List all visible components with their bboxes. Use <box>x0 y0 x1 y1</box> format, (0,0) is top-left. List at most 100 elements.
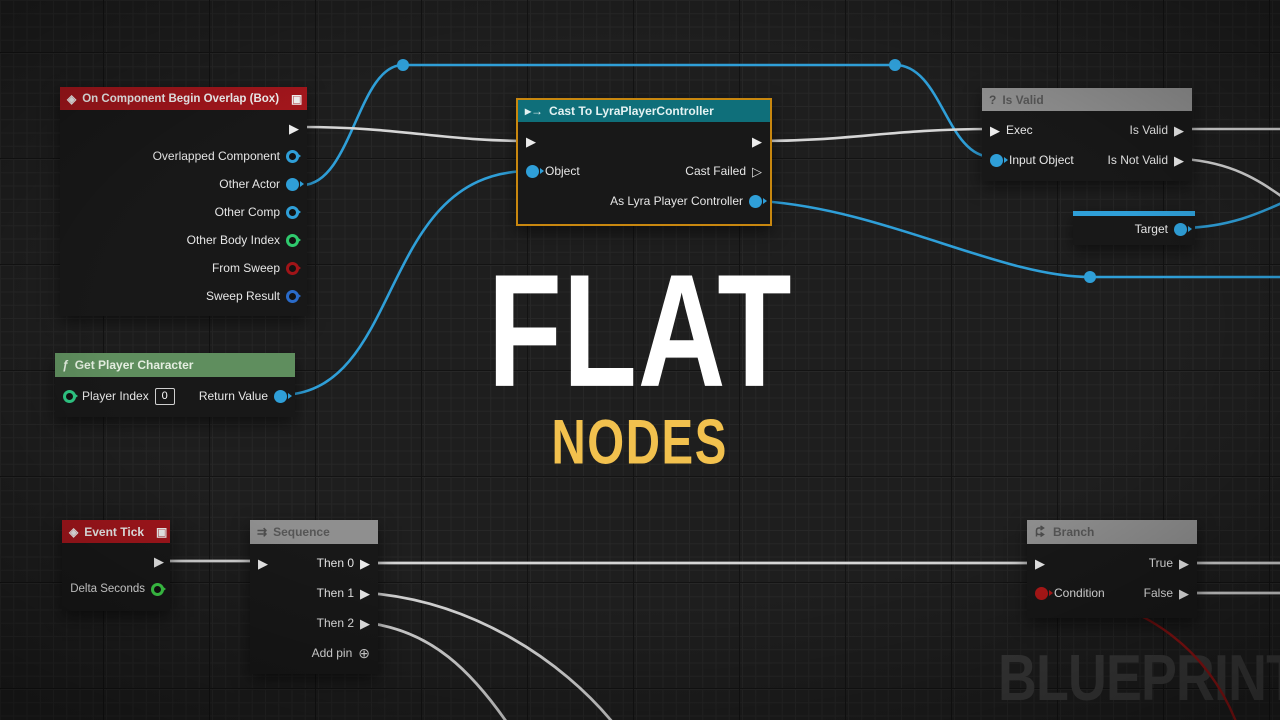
from-sweep-pin[interactable] <box>286 262 299 275</box>
pin-row: ▶ ▶ <box>518 126 770 156</box>
pin-label: Is Valid <box>1130 123 1168 137</box>
node-title: On Component Begin Overlap (Box) <box>82 93 279 105</box>
wire-isnotvalid-exec-out[interactable] <box>1184 159 1280 198</box>
reroute-node[interactable] <box>397 59 409 71</box>
pin-row: ▶ <box>60 114 307 142</box>
pin-label: Then 0 <box>317 556 354 570</box>
other-comp-pin[interactable] <box>286 206 299 219</box>
exec-out-pin[interactable]: ▶ <box>154 555 164 568</box>
reroute-node[interactable] <box>889 59 901 71</box>
node-get-player-character[interactable]: ƒ Get Player Character Player Index 0 Re… <box>55 353 295 417</box>
branch-icon <box>1034 525 1047 540</box>
pin-row: Other Actor <box>60 170 307 198</box>
condition-pin[interactable] <box>1035 587 1048 600</box>
node-on-component-begin-overlap[interactable]: ◈ On Component Begin Overlap (Box) ▣ ▶ O… <box>60 87 307 316</box>
node-header[interactable]: ⇉ Sequence <box>250 520 378 544</box>
pin-label: Other Body Index <box>187 233 280 247</box>
other-actor-pin[interactable] <box>286 178 299 191</box>
pin-label: Is Not Valid <box>1108 153 1168 167</box>
node-header[interactable]: ◈ On Component Begin Overlap (Box) ▣ <box>60 87 307 110</box>
true-exec-out-pin[interactable]: ▶ <box>1179 557 1189 570</box>
pin-label: Other Actor <box>219 177 280 191</box>
wire-return-value-to-object[interactable] <box>285 171 530 395</box>
pin-row: Player Index 0 Return Value <box>55 381 295 411</box>
node-title: Event Tick <box>84 525 144 539</box>
add-pin-icon[interactable]: ⊕ <box>358 646 370 660</box>
node-title: Branch <box>1053 525 1094 539</box>
pin-label: Return Value <box>199 389 268 403</box>
node-title: Sequence <box>273 525 330 539</box>
is-valid-exec-out-pin[interactable]: ▶ <box>1174 124 1184 137</box>
delegate-box-icon[interactable]: ▣ <box>291 93 302 105</box>
exec-in-pin[interactable]: ▶ <box>1035 557 1045 570</box>
question-mark-icon: ? <box>989 94 996 106</box>
pin-row: ▶ <box>62 547 170 575</box>
input-object-pin[interactable] <box>990 154 1003 167</box>
pin-label: Exec <box>1006 123 1033 137</box>
pin-row: ▶ Then 0 ▶ <box>250 548 378 578</box>
as-lyra-player-controller-pin[interactable] <box>749 195 762 208</box>
pin-row: As Lyra Player Controller <box>518 186 770 216</box>
wire-overlap-exec-to-cast[interactable] <box>303 127 530 141</box>
node-header[interactable]: ▸→ Cast To LyraPlayerController <box>518 100 770 122</box>
false-exec-out-pin[interactable]: ▶ <box>1179 587 1189 600</box>
pin-label: Then 1 <box>317 586 354 600</box>
wire-as-controller-out[interactable] <box>760 201 1280 277</box>
cast-failed-exec-pin[interactable]: ▷ <box>752 165 762 178</box>
pin-label: As Lyra Player Controller <box>610 194 743 208</box>
player-index-pin[interactable] <box>63 390 76 403</box>
return-value-pin[interactable] <box>274 390 287 403</box>
target-pin[interactable] <box>1174 223 1187 236</box>
pin-row: Other Comp <box>60 198 307 226</box>
node-branch[interactable]: Branch ▶ True ▶ Condition False ▶ <box>1027 520 1197 618</box>
then1-exec-out-pin[interactable]: ▶ <box>360 587 370 600</box>
pin-label: Sweep Result <box>206 289 280 303</box>
node-header[interactable]: ◈ Event Tick ▣ <box>62 520 170 543</box>
wire-cast-exec-to-isvalid[interactable] <box>760 129 990 141</box>
node-event-tick[interactable]: ◈ Event Tick ▣ ▶ Delta Seconds <box>62 520 170 611</box>
sweep-result-pin[interactable] <box>286 290 299 303</box>
reroute-node[interactable] <box>1084 271 1096 283</box>
delta-seconds-pin[interactable] <box>151 583 164 596</box>
pin-label: Cast Failed <box>685 164 746 178</box>
player-index-input[interactable]: 0 <box>155 388 175 405</box>
then2-exec-out-pin[interactable]: ▶ <box>360 617 370 630</box>
object-pin[interactable] <box>526 165 539 178</box>
exec-in-pin[interactable]: ▶ <box>258 557 268 570</box>
wire-then2-out[interactable] <box>368 623 508 720</box>
pin-label: Add pin <box>312 646 353 660</box>
pin-row: Delta Seconds <box>62 575 170 603</box>
delegate-box-icon[interactable]: ▣ <box>156 526 167 538</box>
pin-row: Then 1 ▶ <box>250 578 378 608</box>
event-icon: ◈ <box>69 526 78 538</box>
exec-in-pin[interactable]: ▶ <box>526 135 536 148</box>
other-body-index-pin[interactable] <box>286 234 299 247</box>
sequence-icon: ⇉ <box>257 526 267 538</box>
pin-label: Other Comp <box>215 205 280 219</box>
wire-target-out[interactable] <box>1184 202 1280 228</box>
pin-row: ▶ Exec Is Valid ▶ <box>982 115 1192 145</box>
pin-label: Overlapped Component <box>153 149 280 163</box>
pin-label: Target <box>1135 222 1168 236</box>
pin-row: Condition False ▶ <box>1027 578 1197 608</box>
node-header[interactable]: ? Is Valid <box>982 88 1192 111</box>
pin-label: Delta Seconds <box>70 583 145 595</box>
overlapped-component-pin[interactable] <box>286 150 299 163</box>
pin-label: Player Index <box>82 389 149 403</box>
node-is-valid[interactable]: ? Is Valid ▶ Exec Is Valid ▶ Input Objec… <box>982 88 1192 181</box>
is-not-valid-exec-out-pin[interactable]: ▶ <box>1174 154 1184 167</box>
node-header[interactable]: Branch <box>1027 520 1197 544</box>
exec-out-pin[interactable]: ▶ <box>289 122 299 135</box>
then0-exec-out-pin[interactable]: ▶ <box>360 557 370 570</box>
exec-in-pin[interactable]: ▶ <box>990 124 1000 137</box>
node-cast-to-lyraplayercontroller[interactable]: ▸→ Cast To LyraPlayerController ▶ ▶ Obje… <box>516 98 772 226</box>
node-sequence[interactable]: ⇉ Sequence ▶ Then 0 ▶ Then 1 ▶ Then 2 ▶ … <box>250 520 378 674</box>
pin-label: Input Object <box>1009 153 1074 167</box>
exec-out-pin[interactable]: ▶ <box>752 135 762 148</box>
pin-label: False <box>1144 586 1173 600</box>
function-icon: ƒ <box>62 359 69 371</box>
node-header[interactable]: ƒ Get Player Character <box>55 353 295 377</box>
pin-row: Object Cast Failed ▷ <box>518 156 770 186</box>
node-target[interactable]: Target <box>1073 211 1195 245</box>
pin-row: ▶ True ▶ <box>1027 548 1197 578</box>
